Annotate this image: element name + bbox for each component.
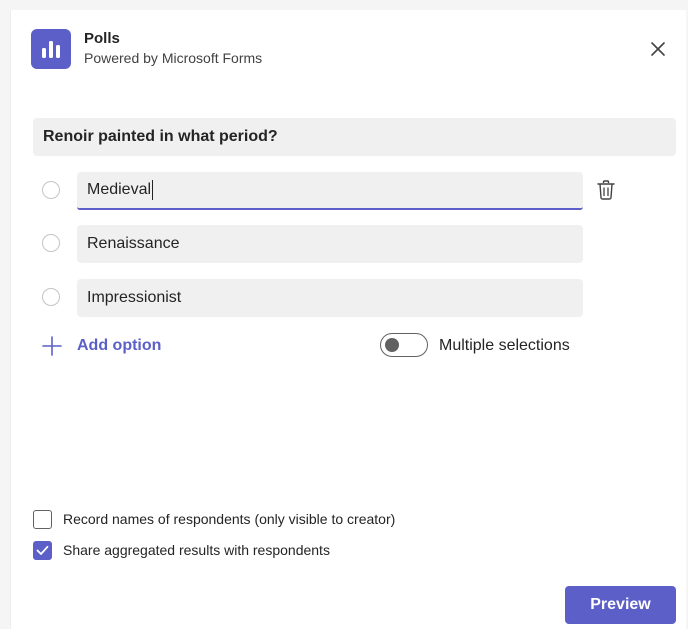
option-text: Impressionist (87, 289, 182, 306)
polls-dialog: Polls Powered by Microsoft Forms Renoir … (10, 10, 686, 629)
record-names-label: Record names of respondents (only visibl… (63, 511, 396, 527)
multiple-selections-toggle[interactable] (380, 333, 428, 357)
option-row: Medieval (11, 172, 687, 210)
close-icon (651, 42, 665, 56)
checkmark-icon (36, 545, 49, 555)
share-results-setting: Share aggregated results with respondent… (33, 539, 330, 561)
option-radio (42, 288, 60, 306)
option-text: Renaissance (87, 235, 180, 252)
poll-chart-icon (31, 29, 71, 69)
text-cursor (152, 180, 154, 200)
add-option-label: Add option (77, 337, 162, 354)
add-option-button[interactable]: Add option (41, 333, 161, 359)
app-title: Polls (84, 30, 120, 47)
preview-button[interactable]: Preview (565, 586, 676, 624)
option-input[interactable]: Impressionist (77, 279, 583, 317)
option-input[interactable]: Medieval (77, 172, 583, 210)
option-radio (42, 234, 60, 252)
plus-icon (41, 335, 63, 357)
share-results-checkbox[interactable] (33, 540, 52, 560)
multiple-selections-label: Multiple selections (439, 337, 570, 354)
option-input[interactable]: Renaissance (77, 225, 583, 263)
share-results-label: Share aggregated results with respondent… (63, 542, 330, 558)
question-text: Renoir painted in what period? (43, 128, 278, 145)
option-text: Medieval (87, 181, 152, 198)
option-row: Renaissance (11, 225, 687, 263)
close-button[interactable] (645, 36, 671, 62)
option-radio (42, 181, 60, 199)
delete-option-button[interactable] (595, 178, 617, 202)
record-names-checkbox[interactable] (33, 509, 52, 529)
app-subtitle: Powered by Microsoft Forms (84, 50, 263, 66)
toggle-knob (385, 338, 399, 352)
option-row: Impressionist (11, 279, 687, 317)
question-input[interactable]: Renoir painted in what period? (33, 118, 676, 156)
record-names-setting: Record names of respondents (only visibl… (33, 508, 395, 530)
trash-icon (597, 180, 615, 200)
